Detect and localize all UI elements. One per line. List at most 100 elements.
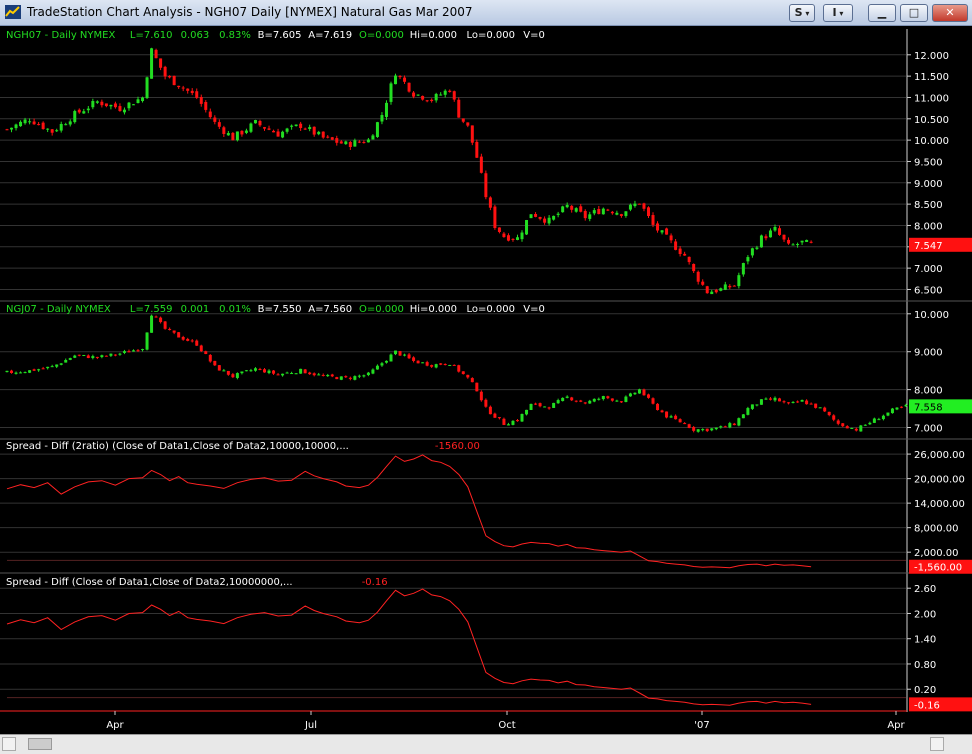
- y-tick-label: 11.000: [914, 93, 949, 104]
- candle-body: [488, 406, 492, 415]
- s-menu-button[interactable]: S ▾: [789, 4, 815, 22]
- candle-body: [371, 369, 375, 374]
- candle-body: [186, 88, 190, 91]
- candle-body: [82, 111, 86, 114]
- candle-body: [10, 127, 14, 130]
- candle-body: [213, 360, 217, 366]
- candle-body: [326, 375, 330, 377]
- candle-body: [168, 328, 172, 330]
- candle-body: [601, 396, 605, 400]
- candle-body: [91, 101, 95, 108]
- candle-body: [778, 228, 782, 235]
- y-tick-label: 9.500: [914, 157, 943, 168]
- candle-body: [778, 398, 782, 402]
- candle-body: [68, 121, 72, 125]
- candle-body: [827, 411, 831, 416]
- candle-body: [434, 93, 438, 101]
- candle-body: [696, 271, 700, 282]
- candle-body: [525, 220, 529, 235]
- candle-body: [181, 87, 185, 89]
- candle-body: [592, 398, 596, 402]
- candle-body: [484, 399, 488, 407]
- scroll-thumb[interactable]: [28, 738, 52, 750]
- y-tick-label: 10.000: [914, 136, 949, 147]
- scroll-right-icon[interactable]: [930, 737, 944, 751]
- candle-body: [145, 77, 149, 99]
- candle-body: [506, 424, 510, 426]
- y-tick-label: 10.500: [914, 115, 949, 126]
- candle-body: [479, 391, 483, 401]
- candle-body: [497, 227, 501, 232]
- candle-body: [732, 423, 736, 426]
- candle-body: [457, 365, 461, 372]
- candle-body: [642, 203, 646, 209]
- candle-body: [556, 213, 560, 215]
- candle-body: [520, 414, 524, 422]
- candle-body: [407, 354, 411, 359]
- candle-body: [122, 351, 126, 353]
- candle-body: [705, 428, 709, 432]
- candle-body: [235, 373, 239, 378]
- candle-body: [312, 373, 316, 376]
- candle-body: [796, 401, 800, 403]
- candle-body: [430, 365, 434, 367]
- candle-body: [515, 237, 519, 240]
- candle-body: [452, 364, 456, 366]
- candle-body: [466, 374, 470, 378]
- candle-body: [249, 123, 253, 132]
- candle-body: [665, 411, 669, 418]
- window-title: TradeStation Chart Analysis - NGH07 Dail…: [27, 5, 473, 19]
- candle-body: [10, 370, 14, 373]
- candle-body: [330, 374, 334, 377]
- candle-body: [674, 241, 678, 250]
- candle-body: [249, 370, 253, 372]
- candle-body: [23, 119, 27, 124]
- candle-body: [82, 354, 86, 356]
- y-tick-label: 8,000.00: [914, 524, 959, 535]
- candle-body: [823, 407, 827, 412]
- pane-header-text: O=0.000: [359, 30, 404, 41]
- i-menu-button[interactable]: I ▾: [823, 4, 853, 22]
- candle-body: [317, 131, 321, 135]
- horizontal-scrollbar[interactable]: [0, 734, 972, 754]
- candle-body: [615, 212, 619, 215]
- candle-body: [73, 111, 77, 123]
- candle-body: [240, 371, 244, 374]
- candle-body: [633, 392, 637, 395]
- scroll-left-icon[interactable]: [2, 737, 16, 751]
- candle-body: [50, 129, 54, 133]
- candle-body: [624, 396, 628, 402]
- minimize-button[interactable]: ▁: [868, 4, 896, 22]
- candle-body: [407, 82, 411, 92]
- candle-body: [529, 403, 533, 410]
- candle-body: [389, 83, 393, 102]
- candle-body: [421, 95, 425, 100]
- candle-body: [538, 216, 542, 219]
- last-value-label: 7.558: [914, 402, 943, 413]
- candle-body: [579, 206, 583, 212]
- candle-body: [312, 126, 316, 135]
- close-button[interactable]: ✕: [932, 4, 968, 22]
- title-bar[interactable]: TradeStation Chart Analysis - NGH07 Dail…: [0, 0, 972, 26]
- candle-body: [154, 49, 158, 59]
- candle-body: [59, 363, 63, 365]
- candle-body: [805, 400, 809, 405]
- candle-body: [872, 418, 876, 423]
- candle-body: [755, 247, 759, 249]
- candle-body: [380, 363, 384, 366]
- candle-body: [299, 368, 303, 374]
- y-tick-label: 2.00: [914, 609, 936, 620]
- candle-body: [46, 128, 50, 130]
- candle-body: [678, 419, 682, 423]
- candle-body: [782, 234, 786, 240]
- chart-area[interactable]: 12.000 11.500 11.000 10.500 10.000 9.500 9.000…: [0, 26, 972, 734]
- candle-body: [669, 235, 673, 241]
- maximize-button[interactable]: □: [900, 4, 928, 22]
- candle-body: [800, 240, 804, 243]
- chart-svg[interactable]: 12.000 11.500 11.000 10.500 10.000 9.500 9.000…: [0, 26, 972, 734]
- candle-body: [493, 413, 497, 418]
- candle-body: [127, 102, 131, 109]
- x-tick-label: Oct: [498, 720, 515, 731]
- candle-body: [863, 424, 867, 426]
- candle-body: [222, 370, 226, 372]
